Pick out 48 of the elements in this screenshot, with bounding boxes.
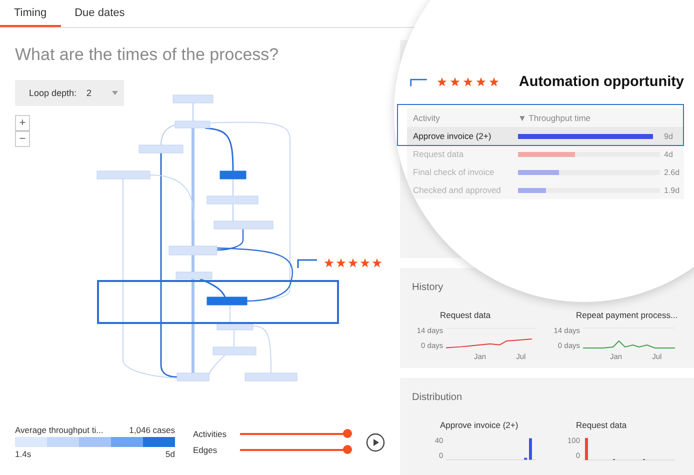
star-icon [324,258,334,268]
bracket-icon [297,258,317,268]
case-count: 1,046 cases [129,425,175,435]
star-icon [450,77,460,87]
activity-name: Request data [413,149,465,159]
column-header: Activity [413,112,441,122]
table-row[interactable]: Approve invoice (2+) 9d [407,127,684,145]
activity-node[interactable] [220,170,246,180]
page-title: What are the times of the process? [15,45,280,66]
star-icon [348,258,358,268]
opportunity-title: Automation opportunity [518,74,684,90]
legend-label: Average throughput ti... [15,425,104,435]
flow-edge [192,102,194,122]
activity-name: Final check of invoice [413,167,496,177]
chart-title: Approve invoice (2+) [440,420,518,430]
star-icon [372,258,382,268]
duration-value: 2.6d [664,168,680,176]
star-icon [336,258,346,268]
duration-value: 1.9d [664,186,680,194]
chart-title: Request data [576,420,627,430]
chart-title: Repeat payment process... [576,310,678,320]
star-icon [476,77,486,87]
chart-title: Request data [440,310,491,320]
activity-node[interactable] [206,296,248,306]
scale-max: 5d [166,449,175,459]
flow-edge [208,354,226,376]
zoom-button[interactable]: + [15,115,30,131]
activity-name: Approve invoice (2+) [413,131,492,141]
activity-name: Checked and approved [413,185,502,195]
tab[interactable]: Due dates [60,0,139,27]
card-title: History [412,282,444,293]
slider-label: Activities [193,429,228,439]
loop-depth-dropdown[interactable]: Loop depth: 2 [15,80,124,106]
caret-icon [112,91,118,95]
duration-value: 4d [664,150,673,158]
duration-value: 9d [664,132,673,140]
bracket-icon [410,78,427,86]
slider-label: Edges [193,445,218,455]
star-icon [462,77,473,87]
flow-edge [252,326,272,374]
zoom-button[interactable]: − [15,131,30,147]
scale-min: 1.4s [15,449,32,459]
tab[interactable]: Timing [0,0,61,27]
star-icon [436,77,447,87]
star-icon [488,77,499,87]
play-button[interactable] [366,432,385,452]
card-title: Distribution [412,392,464,403]
star-icon [360,258,370,268]
